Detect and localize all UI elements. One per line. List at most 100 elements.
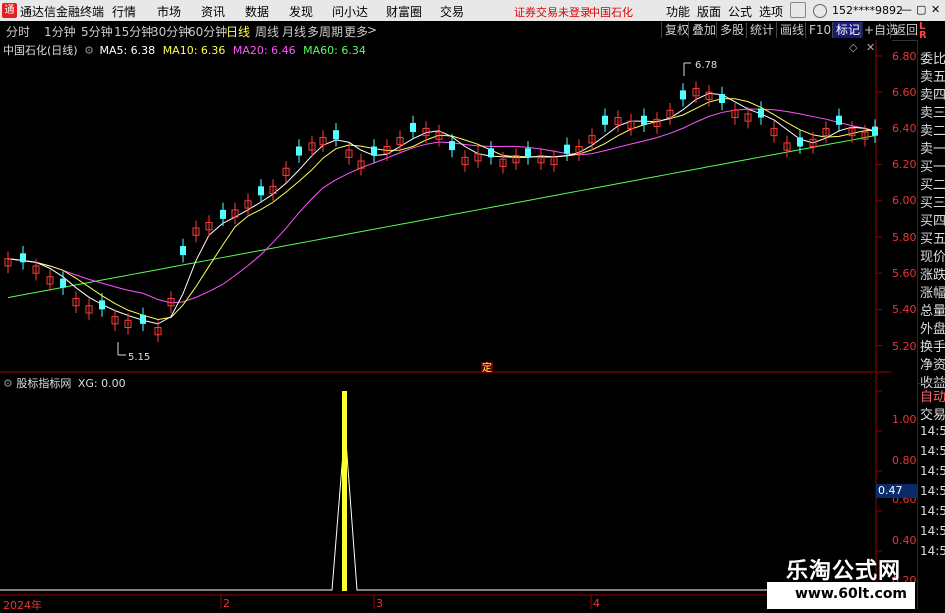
panel-sell3[interactable]: 卖三 xyxy=(920,102,945,121)
indicator-chart[interactable] xyxy=(0,373,892,609)
x-tick: 2 xyxy=(223,597,230,610)
time-entry: 14:56 xyxy=(920,524,945,538)
watermark-title: 乐淘公式网 xyxy=(786,559,902,584)
btn-tongji[interactable]: 统计 xyxy=(746,22,777,38)
y-tick: 5.40 xyxy=(892,303,917,316)
panel-price[interactable]: 现价 xyxy=(920,246,945,265)
btn-diejia[interactable]: 叠加 xyxy=(688,22,719,38)
period-15min[interactable]: 15分钟 xyxy=(114,23,153,40)
quote-panel: 委比 卖五 卖四 卖三 卖二 卖一 买一 买二 买三 买四 买五 现价 涨跌 涨… xyxy=(917,40,945,609)
btn-huaxian[interactable]: 画线 xyxy=(776,22,807,38)
high-annotation: 6.78 xyxy=(695,60,717,71)
user-icon[interactable] xyxy=(813,4,827,18)
period-more[interactable]: 更多 xyxy=(344,23,368,40)
xg-value: XG: 0.00 xyxy=(77,377,126,390)
candlestick-chart[interactable]: 6.78 5.15 定 xyxy=(0,40,892,373)
y-tick: 5.60 xyxy=(892,267,917,280)
panel-buy3[interactable]: 买三 xyxy=(920,192,945,211)
panel-weibi[interactable]: 委比 xyxy=(920,48,945,67)
menu-item-zixun[interactable]: 资讯 xyxy=(201,3,225,20)
panel-outer[interactable]: 外盘 xyxy=(920,318,945,337)
panel-sell2[interactable]: 卖二 xyxy=(920,120,945,139)
l-r-indicator-icon[interactable]: LR xyxy=(919,22,927,41)
menu-item-gongshi[interactable]: 公式 xyxy=(728,3,752,20)
settings-gear-icon[interactable]: ⚙ xyxy=(3,377,13,390)
low-annotation: 5.15 xyxy=(128,352,150,363)
menu-item-banmian[interactable]: 版面 xyxy=(697,3,721,20)
maximize-icon[interactable]: ▢ xyxy=(916,3,926,16)
app-logo-icon: 通 xyxy=(2,3,17,18)
marker-label[interactable]: 定 xyxy=(482,361,492,373)
panel-change[interactable]: 涨跌 xyxy=(920,264,945,283)
panel-sell5[interactable]: 卖五 xyxy=(920,66,945,85)
period-30min[interactable]: 30分钟 xyxy=(151,23,190,40)
menu-item-hangqing[interactable]: 行情 xyxy=(112,3,136,20)
menu-item-xuanxiang[interactable]: 选项 xyxy=(759,3,783,20)
btn-f10[interactable]: F10 xyxy=(805,22,834,38)
panel-change-pct[interactable]: 涨幅 xyxy=(920,282,945,301)
current-value-badge: 0.47 xyxy=(876,484,918,498)
menu-item-shuju[interactable]: 数据 xyxy=(245,3,269,20)
menu-item-jiaoyi[interactable]: 交易 xyxy=(440,3,464,20)
period-fenshi[interactable]: 分时 xyxy=(6,23,30,40)
time-entry: 14:56 xyxy=(920,544,945,558)
panel-turnover[interactable]: 换手 xyxy=(920,336,945,355)
period-multi[interactable]: 多周期 xyxy=(307,23,343,40)
btn-duogu[interactable]: 多股 xyxy=(716,22,747,38)
y-tick: 6.80 xyxy=(892,50,917,63)
panel-netasset[interactable]: 净资 xyxy=(920,354,945,373)
panel-auto[interactable]: 自动 xyxy=(920,386,945,405)
period-daily[interactable]: 日线 xyxy=(226,23,250,40)
stock-name-link[interactable]: 中国石化 xyxy=(589,4,633,20)
login-notice[interactable]: 证券交易未登录 xyxy=(514,4,591,20)
app-title: 通达信金融终端 xyxy=(20,5,105,19)
panel-trade[interactable]: 交易 xyxy=(920,404,945,423)
xg-signal-bar xyxy=(342,391,347,591)
period-1min[interactable]: 1分钟 xyxy=(44,23,76,40)
time-entry: 14:56 xyxy=(920,424,945,438)
panel-buy2[interactable]: 买二 xyxy=(920,174,945,193)
period-60min[interactable]: 60分钟 xyxy=(188,23,227,40)
period-monthly[interactable]: 月线 xyxy=(282,23,306,40)
sub-y-tick: 1.00 xyxy=(892,413,917,426)
period-toolbar: 分时 1分钟 5分钟 15分钟 30分钟 60分钟 日线 周线 月线 多周期 更… xyxy=(0,21,945,41)
panel-volume[interactable]: 总量 xyxy=(920,300,945,319)
panel-buy4[interactable]: 买四 xyxy=(920,210,945,229)
chart-title[interactable]: 中国石化(日线) xyxy=(3,44,78,57)
sub-legend: ⚙ 股标指标网 XG: 0.00 xyxy=(3,375,126,391)
menu-item-wenxiaoda[interactable]: 问小达 xyxy=(332,3,368,20)
indicator-title[interactable]: 股标指标网 xyxy=(16,377,71,390)
menu-item-caifuquan[interactable]: 财富圈 xyxy=(386,3,422,20)
btn-fanhui[interactable]: 返回 xyxy=(890,22,921,38)
y-tick: 6.40 xyxy=(892,122,917,135)
ma5-label: MA5: 6.38 xyxy=(99,44,156,57)
time-entry: 14:56 xyxy=(920,504,945,518)
minimize-icon[interactable]: — xyxy=(901,3,912,16)
y-tick: 6.20 xyxy=(892,158,917,171)
time-entry: 14:56 xyxy=(920,444,945,458)
panel-sell1[interactable]: 卖一 xyxy=(920,138,945,157)
time-entry: 14:56 xyxy=(920,464,945,478)
btn-biaoji[interactable]: 标记 xyxy=(832,22,864,38)
menu-item-faxian[interactable]: 发现 xyxy=(289,3,313,20)
ma20-label: MA20: 6.46 xyxy=(232,44,296,57)
settings-gear-icon[interactable]: ⚙ xyxy=(84,44,94,57)
x-tick: 4 xyxy=(593,597,600,610)
diamond-icon[interactable]: ◇ xyxy=(849,41,857,54)
menu-item-gongneng[interactable]: 功能 xyxy=(666,3,690,20)
ma60-label: MA60: 6.34 xyxy=(303,44,366,57)
period-weekly[interactable]: 周线 xyxy=(255,23,279,40)
message-icon[interactable] xyxy=(790,2,806,18)
x-tick: 3 xyxy=(376,597,383,610)
close-chart-icon[interactable]: ✕ xyxy=(866,41,875,54)
panel-buy5[interactable]: 买五 xyxy=(920,228,945,247)
account-label[interactable]: 152****9892 xyxy=(832,4,903,17)
y-tick: 6.00 xyxy=(892,194,917,207)
period-5min[interactable]: 5分钟 xyxy=(81,23,113,40)
menu-item-shichang[interactable]: 市场 xyxy=(157,3,181,20)
panel-sell4[interactable]: 卖四 xyxy=(920,84,945,103)
panel-buy1[interactable]: 买一 xyxy=(920,156,945,175)
sub-y-tick: 0.40 xyxy=(892,534,917,547)
chevron-right-icon[interactable]: > xyxy=(367,23,377,37)
close-icon[interactable]: ✕ xyxy=(931,3,940,16)
